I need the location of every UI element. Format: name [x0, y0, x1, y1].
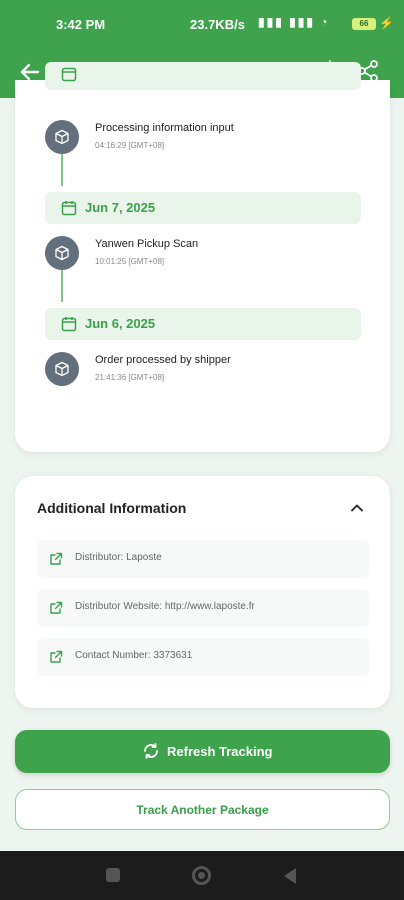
- system-nav-bar: [0, 851, 404, 900]
- calendar-icon: [61, 317, 77, 332]
- calendar-icon: [61, 67, 77, 82]
- charging-icon: ⚡: [379, 16, 394, 30]
- info-text: Contact Number: 3373631: [75, 650, 193, 661]
- date-label: Jun 7, 2025: [85, 200, 156, 215]
- package-icon: [45, 352, 79, 386]
- event-time: 21:41:36 [GMT+08]: [95, 373, 165, 382]
- status-bar: 3:42 PM 23.7KB/s ▮▮▮ ▮▮▮ ◔ 66 ⚡: [0, 0, 404, 50]
- info-row-distributor[interactable]: Distributor: Laposte: [37, 540, 369, 578]
- event-title: Order processed by shipper: [95, 354, 231, 366]
- network-speed: 23.7KB/s: [190, 17, 245, 32]
- battery-icon: 66: [352, 18, 376, 30]
- chevron-up-icon[interactable]: [349, 500, 365, 516]
- track-another-package-button[interactable]: Track Another Package: [15, 789, 390, 830]
- info-text: Distributor: Laposte: [75, 552, 162, 563]
- timeline-connector: [61, 152, 63, 186]
- event-title: Yanwen Pickup Scan: [95, 238, 199, 250]
- refresh-tracking-label: Refresh Tracking: [167, 744, 273, 759]
- external-link-icon: [50, 552, 63, 565]
- home-button[interactable]: [192, 866, 211, 885]
- info-row-website[interactable]: Distributor Website: http://www.laposte.…: [37, 589, 369, 627]
- recents-button[interactable]: [106, 868, 120, 882]
- track-another-package-label: Track Another Package: [136, 803, 269, 817]
- date-bar: Jun 6, 2025: [45, 308, 361, 340]
- external-link-icon: [50, 650, 63, 663]
- additional-info-card: Additional Information Distributor: Lapo…: [15, 476, 390, 708]
- info-row-contact[interactable]: Contact Number: 3373631: [37, 638, 369, 676]
- external-link-icon: [50, 601, 63, 614]
- refresh-tracking-button[interactable]: Refresh Tracking: [15, 730, 390, 773]
- date-label: Jun 6, 2025: [85, 316, 156, 331]
- signal-wifi-icons: ▮▮▮ ▮▮▮ ◔: [258, 15, 330, 29]
- tracking-timeline-card: Processing information input 04:16:29 [G…: [15, 62, 390, 452]
- info-text: Distributor Website: http://www.laposte.…: [75, 601, 255, 612]
- package-icon: [45, 120, 79, 154]
- date-bar: Jun 7, 2025: [45, 192, 361, 224]
- timeline-connector: [61, 268, 63, 302]
- event-time: 04:16:29 [GMT+08]: [95, 141, 165, 150]
- refresh-icon: [144, 743, 158, 759]
- date-bar-partial: [45, 62, 361, 90]
- event-title: Processing information input: [95, 122, 234, 134]
- back-button[interactable]: [284, 868, 296, 884]
- calendar-icon: [61, 201, 77, 216]
- event-time: 10:01:25 [GMT+08]: [95, 257, 165, 266]
- status-time: 3:42 PM: [56, 17, 106, 32]
- section-title: Additional Information: [37, 500, 187, 516]
- package-icon: [45, 236, 79, 270]
